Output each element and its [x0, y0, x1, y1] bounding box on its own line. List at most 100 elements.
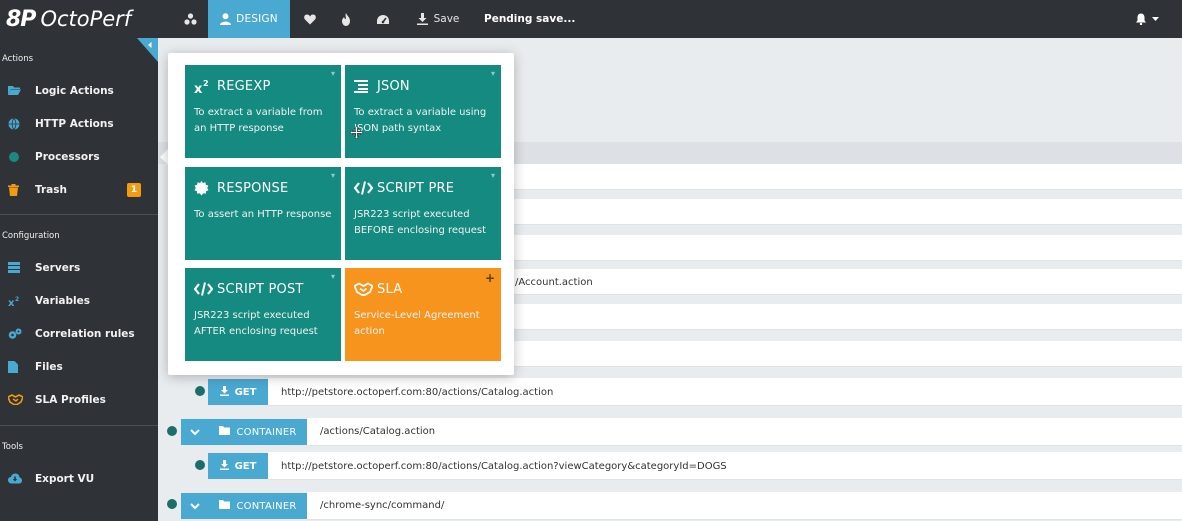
sidebar-item-label: Trash — [35, 184, 67, 196]
code-icon — [193, 282, 214, 298]
sidebar-item-label: Export VU — [35, 473, 95, 485]
request-url: http://petstore.octoperf.com:80/actions/… — [281, 387, 554, 398]
tile-corner-mark: ▾ — [490, 171, 495, 180]
chevron-down-icon — [190, 500, 200, 513]
folder-open-icon — [8, 85, 21, 97]
favorites-button[interactable] — [298, 0, 322, 38]
heart-icon — [304, 14, 316, 25]
expand-toggle[interactable] — [181, 493, 209, 519]
sidebar-item-label: SLA Profiles — [35, 394, 106, 406]
container-path: /chrome-sync/command/ — [320, 500, 445, 511]
tile-sla[interactable]: SLA + Service-Level Agreement action — [345, 268, 501, 361]
cluster-icon — [183, 13, 197, 25]
sidebar-collapse-toggle[interactable] — [137, 38, 158, 62]
folder-icon — [219, 426, 231, 438]
section-tools: Tools — [2, 442, 23, 452]
download-icon — [219, 385, 229, 399]
handshake-icon — [353, 282, 374, 298]
tile-corner-mark: ▾ — [330, 272, 335, 281]
get-method-button[interactable]: GET — [208, 453, 268, 479]
save-button[interactable]: Save — [410, 0, 466, 38]
sidebar-item-label: HTTP Actions — [35, 118, 114, 130]
circle-icon — [8, 151, 21, 163]
tile-response[interactable]: RESPONSE ▾ To assert an HTTP response — [185, 167, 341, 260]
cloud-download-icon — [8, 473, 22, 485]
analysis-button[interactable] — [370, 0, 396, 38]
logo-mark: 8P — [6, 6, 36, 32]
tile-regexp[interactable]: x2 REGEXP ▾ To extract a variable from a… — [185, 65, 341, 158]
trash-count-badge: 1 — [127, 183, 141, 197]
tile-title: RESPONSE — [217, 181, 289, 196]
top-bar: 8P OctoPerf DESIGN Save Pending save... — [0, 0, 1182, 38]
processors-popover: x2 REGEXP ▾ To extract a variable from a… — [168, 53, 514, 375]
list-icon — [354, 79, 372, 95]
move-cursor-icon — [349, 125, 364, 142]
sidebar-item-files[interactable]: Files — [0, 354, 158, 380]
tile-script-post[interactable]: SCRIPT POST ▾ JSR223 script executed AFT… — [185, 268, 341, 361]
notifications-button[interactable] — [1130, 0, 1164, 38]
get-method-button[interactable]: GET — [208, 379, 268, 405]
sidebar: Actions Logic Actions HTTP Actions Proce… — [0, 38, 158, 521]
cogs-icon — [8, 328, 22, 340]
svg-text:x: x — [8, 298, 15, 307]
status-dot — [167, 426, 177, 436]
tree-row[interactable] — [307, 418, 1182, 446]
section-configuration: Configuration — [2, 231, 60, 241]
container-label: CONTAINER — [236, 500, 297, 512]
sidebar-item-label: Logic Actions — [35, 85, 114, 97]
tile-json[interactable]: JSON ▾ To extract a variable using JSON … — [345, 65, 501, 158]
download-icon — [219, 459, 229, 473]
sidebar-divider — [0, 425, 158, 426]
sidebar-item-correlation-rules[interactable]: Correlation rules — [0, 321, 158, 347]
container-label: CONTAINER — [236, 426, 297, 438]
sidebar-item-variables[interactable]: x2 Variables — [0, 288, 158, 314]
folder-icon — [219, 500, 231, 512]
fire-icon — [341, 12, 351, 26]
bell-icon — [1135, 13, 1147, 25]
superscript-icon: x2 — [8, 295, 21, 309]
status-dot — [195, 386, 205, 396]
svg-text:x: x — [194, 82, 203, 95]
tile-corner-mark: ▾ — [330, 69, 335, 78]
sidebar-item-trash[interactable]: Trash 1 — [0, 177, 158, 203]
tile-script-pre[interactable]: SCRIPT PRE ▾ JSR223 script executed BEFO… — [345, 167, 501, 260]
container-button[interactable]: CONTAINER — [209, 419, 307, 445]
sidebar-item-logic-actions[interactable]: Logic Actions — [0, 78, 158, 104]
sidebar-item-processors[interactable]: Processors — [0, 144, 158, 170]
sidebar-item-sla-profiles[interactable]: SLA Profiles — [0, 387, 158, 413]
status-dot — [195, 460, 205, 470]
sidebar-item-servers[interactable]: Servers — [0, 255, 158, 281]
sidebar-item-export-vu[interactable]: Export VU — [0, 466, 158, 492]
tile-description: To assert an HTTP response — [194, 209, 332, 220]
share-button[interactable] — [178, 0, 202, 38]
trash-icon — [8, 184, 21, 196]
section-actions: Actions — [2, 54, 34, 64]
container-button[interactable]: CONTAINER — [209, 493, 307, 519]
tile-corner-mark: ▾ — [330, 171, 335, 180]
file-icon — [8, 361, 21, 373]
expand-toggle[interactable] — [181, 419, 209, 445]
sidebar-item-label: Processors — [35, 151, 100, 163]
tile-title: REGEXP — [217, 79, 271, 94]
octoperf-logo[interactable]: 8P OctoPerf — [6, 4, 131, 34]
save-status: Pending save... — [484, 13, 576, 25]
tile-description: JSR223 script executed BEFORE enclosing … — [354, 209, 486, 236]
svg-text:2: 2 — [203, 79, 209, 88]
container-path: /actions/Catalog.action — [320, 426, 436, 437]
row-url: /Account.action — [515, 277, 593, 288]
design-tab[interactable]: DESIGN — [208, 0, 290, 38]
code-icon — [353, 181, 374, 197]
status-dot — [167, 499, 177, 509]
user-icon — [220, 13, 232, 25]
tile-description: Service-Level Agreement action — [354, 310, 480, 337]
request-url: http://petstore.octoperf.com:80/actions/… — [281, 461, 727, 472]
tile-corner-mark: ▾ — [490, 69, 495, 78]
tile-description: To extract a variable from an HTTP respo… — [194, 107, 323, 134]
runtime-button[interactable] — [334, 0, 358, 38]
tile-title: SCRIPT PRE — [377, 181, 455, 196]
chevron-down-icon — [1152, 17, 1159, 21]
logo-text: OctoPerf — [40, 7, 132, 31]
server-icon — [8, 262, 21, 274]
tile-description: To extract a variable using JSON path sy… — [354, 107, 487, 134]
sidebar-item-http-actions[interactable]: HTTP Actions — [0, 111, 158, 137]
